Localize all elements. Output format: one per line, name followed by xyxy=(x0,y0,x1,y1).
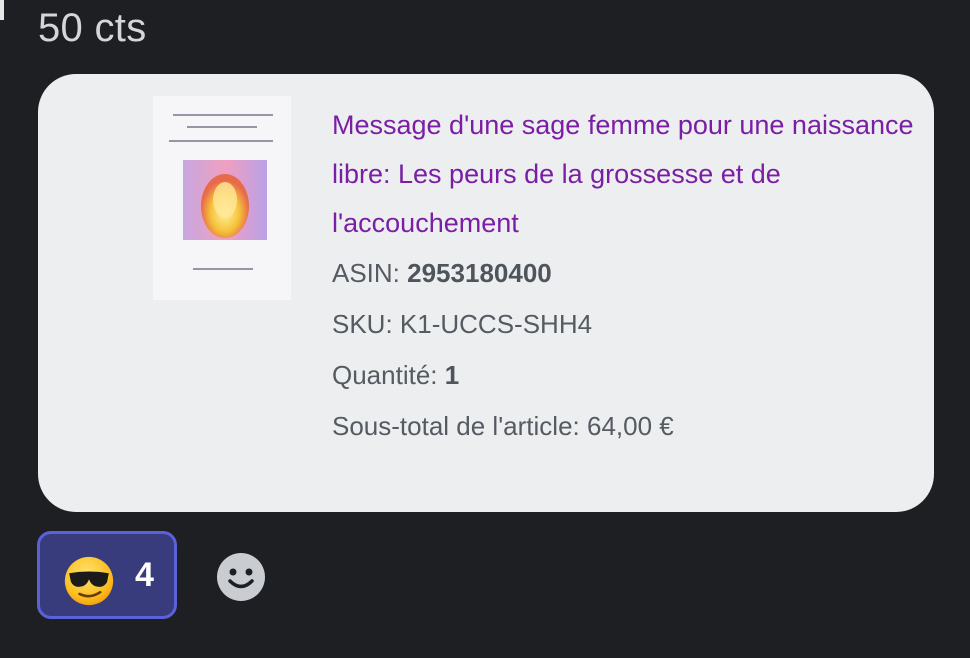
product-title-link[interactable]: Message d'une sage femme pour une naissa… xyxy=(332,101,932,248)
previous-message-edge xyxy=(0,0,4,20)
asin-label: ASIN: xyxy=(332,258,408,288)
asin-value: 2953180400 xyxy=(407,258,552,288)
sunglasses-emoji-icon xyxy=(64,556,114,606)
subtotal-value: 64,00 € xyxy=(586,411,674,441)
sku-line: SKU: K1-UCCS-SHH4 xyxy=(332,299,932,350)
quantity-label: Quantité: xyxy=(332,360,445,390)
sku-value: K1-UCCS-SHH4 xyxy=(399,309,593,339)
cover-illustration xyxy=(183,160,267,240)
reaction-count: 4 xyxy=(135,556,154,594)
book-cover-image[interactable] xyxy=(153,96,291,300)
chat-view: 50 cts Message d'une sage femme pour une… xyxy=(0,0,970,658)
quantity-line: Quantité: 1 xyxy=(332,350,932,401)
subtotal-label: Sous-total de l'article: xyxy=(332,411,587,441)
message-text: 50 cts xyxy=(38,6,147,50)
product-embed-card: Message d'une sage femme pour une naissa… xyxy=(38,74,934,512)
quantity-value: 1 xyxy=(444,360,460,390)
asin-line: ASIN: 2953180400 xyxy=(332,248,932,299)
product-details: Message d'une sage femme pour une naissa… xyxy=(332,101,932,452)
sku-label: SKU: xyxy=(332,309,400,339)
add-reaction-icon[interactable] xyxy=(216,552,266,602)
reaction-button[interactable]: 4 xyxy=(37,531,177,619)
subtotal-line: Sous-total de l'article: 64,00 € xyxy=(332,401,932,452)
